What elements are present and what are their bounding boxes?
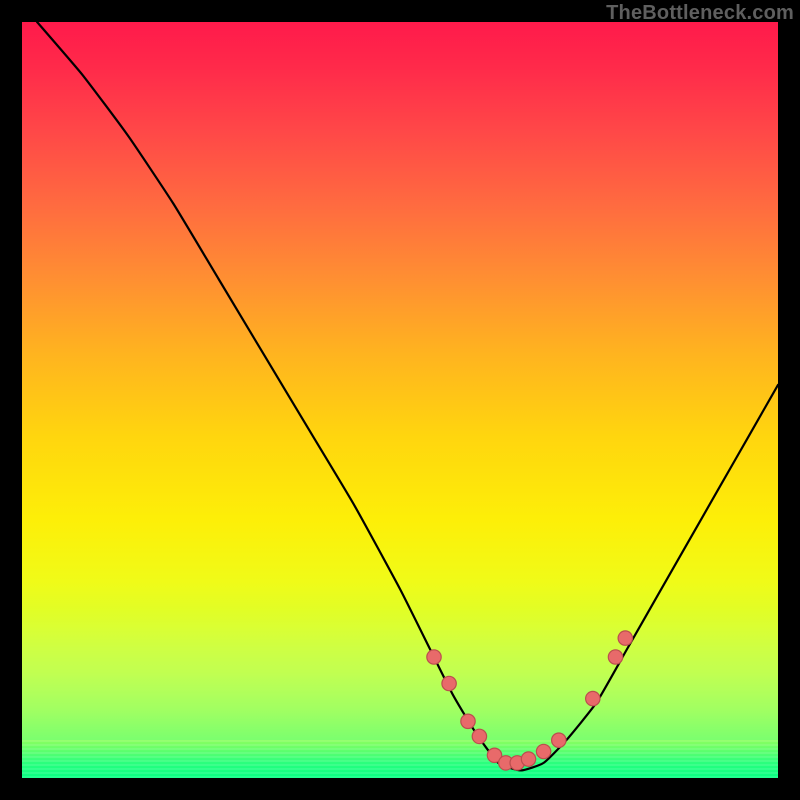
- marker-dot: [536, 744, 550, 758]
- stage: TheBottleneck.com: [0, 0, 800, 800]
- marker-dot: [472, 729, 486, 743]
- marker-dot: [608, 650, 622, 664]
- marker-dot: [618, 631, 632, 645]
- marker-dot: [427, 650, 441, 664]
- marker-dot: [521, 752, 535, 766]
- plot-area: [22, 22, 778, 778]
- chart-overlay: [22, 22, 778, 778]
- marker-dot: [552, 733, 566, 747]
- marker-dot: [461, 714, 475, 728]
- marker-group: [427, 631, 633, 770]
- marker-dot: [586, 691, 600, 705]
- bottleneck-curve: [37, 22, 778, 770]
- marker-dot: [442, 676, 456, 690]
